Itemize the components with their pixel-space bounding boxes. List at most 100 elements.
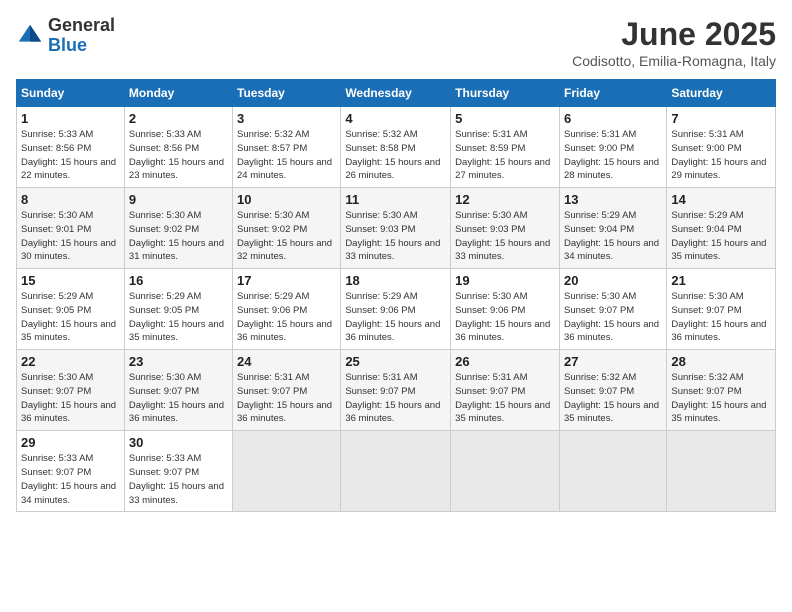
logo-icon [16, 22, 44, 50]
header-sunday: Sunday [17, 80, 125, 107]
table-row: 27 Sunrise: 5:32 AMSunset: 9:07 PMDayligh… [559, 350, 666, 431]
table-row: 5Sunrise: 5:31 AMSunset: 8:59 PMDaylight… [451, 107, 560, 188]
day-info: Sunrise: 5:31 AMSunset: 9:07 PMDaylight:… [455, 371, 555, 426]
day-info: Sunrise: 5:29 AMSunset: 9:06 PMDaylight:… [237, 290, 336, 345]
day-number: 27 [564, 354, 662, 369]
day-info: Sunrise: 5:29 AMSunset: 9:04 PMDaylight:… [671, 209, 771, 264]
day-info: Sunrise: 5:30 AMSunset: 9:03 PMDaylight:… [345, 209, 446, 264]
day-number: 2 [129, 111, 228, 126]
calendar-week-row: 8 Sunrise: 5:30 AMSunset: 9:01 PMDaylight… [17, 188, 776, 269]
header-thursday: Thursday [451, 80, 560, 107]
day-info: Sunrise: 5:30 AMSunset: 9:03 PMDaylight:… [455, 209, 555, 264]
day-number: 14 [671, 192, 771, 207]
day-number: 28 [671, 354, 771, 369]
day-number: 23 [129, 354, 228, 369]
day-info: Sunrise: 5:32 AMSunset: 9:07 PMDaylight:… [564, 371, 662, 426]
day-info: Sunrise: 5:29 AMSunset: 9:06 PMDaylight:… [345, 290, 446, 345]
title-block: June 2025 Codisotto, Emilia-Romagna, Ita… [572, 16, 776, 69]
day-number: 4 [345, 111, 446, 126]
day-number: 9 [129, 192, 228, 207]
day-number: 30 [129, 435, 228, 450]
table-row: 6 Sunrise: 5:31 AMSunset: 9:00 PMDaylight… [559, 107, 666, 188]
table-row: 22Sunrise: 5:30 AMSunset: 9:07 PMDayligh… [17, 350, 125, 431]
day-number: 21 [671, 273, 771, 288]
table-row: 10 Sunrise: 5:30 AMSunset: 9:02 PMDayligh… [233, 188, 341, 269]
day-info: Sunrise: 5:32 AMSunset: 8:58 PMDaylight:… [345, 128, 446, 183]
table-row: 16 Sunrise: 5:29 AMSunset: 9:05 PMDayligh… [124, 269, 232, 350]
day-info: Sunrise: 5:33 AMSunset: 8:56 PMDaylight:… [21, 128, 120, 183]
table-row: 12 Sunrise: 5:30 AMSunset: 9:03 PMDayligh… [451, 188, 560, 269]
day-info: Sunrise: 5:30 AMSunset: 9:07 PMDaylight:… [671, 290, 771, 345]
day-number: 26 [455, 354, 555, 369]
day-info: Sunrise: 5:31 AMSunset: 9:07 PMDaylight:… [345, 371, 446, 426]
table-row: 3Sunrise: 5:32 AMSunset: 8:57 PMDaylight… [233, 107, 341, 188]
calendar-page: General Blue June 2025 Codisotto, Emilia… [0, 0, 792, 612]
day-number: 1 [21, 111, 120, 126]
table-row: 23 Sunrise: 5:30 AMSunset: 9:07 PMDayligh… [124, 350, 232, 431]
logo-general: General [48, 16, 115, 36]
day-number: 29 [21, 435, 120, 450]
day-info: Sunrise: 5:31 AMSunset: 9:00 PMDaylight:… [564, 128, 662, 183]
table-row [559, 431, 666, 512]
header: General Blue June 2025 Codisotto, Emilia… [16, 16, 776, 69]
day-info: Sunrise: 5:29 AMSunset: 9:05 PMDaylight:… [21, 290, 120, 345]
location: Codisotto, Emilia-Romagna, Italy [572, 53, 776, 69]
table-row: 19 Sunrise: 5:30 AMSunset: 9:06 PMDayligh… [451, 269, 560, 350]
header-tuesday: Tuesday [233, 80, 341, 107]
day-info: Sunrise: 5:31 AMSunset: 9:07 PMDaylight:… [237, 371, 336, 426]
calendar-table: Sunday Monday Tuesday Wednesday Thursday… [16, 79, 776, 512]
table-row: 15 Sunrise: 5:29 AMSunset: 9:05 PMDayligh… [17, 269, 125, 350]
header-friday: Friday [559, 80, 666, 107]
table-row: 7Sunrise: 5:31 AMSunset: 9:00 PMDaylight… [667, 107, 776, 188]
day-number: 24 [237, 354, 336, 369]
table-row: 30 Sunrise: 5:33 AMSunset: 9:07 PMDayligh… [124, 431, 232, 512]
day-info: Sunrise: 5:31 AMSunset: 8:59 PMDaylight:… [455, 128, 555, 183]
day-number: 25 [345, 354, 446, 369]
month-title: June 2025 [572, 16, 776, 53]
table-row: 21 Sunrise: 5:30 AMSunset: 9:07 PMDayligh… [667, 269, 776, 350]
day-number: 6 [564, 111, 662, 126]
header-saturday: Saturday [667, 80, 776, 107]
day-number: 10 [237, 192, 336, 207]
table-row: 20Sunrise: 5:30 AMSunset: 9:07 PMDayligh… [559, 269, 666, 350]
table-row: 18 Sunrise: 5:29 AMSunset: 9:06 PMDayligh… [341, 269, 451, 350]
day-info: Sunrise: 5:33 AMSunset: 8:56 PMDaylight:… [129, 128, 228, 183]
table-row: 28 Sunrise: 5:32 AMSunset: 9:07 PMDayligh… [667, 350, 776, 431]
day-info: Sunrise: 5:33 AMSunset: 9:07 PMDaylight:… [129, 452, 228, 507]
table-row: 4 Sunrise: 5:32 AMSunset: 8:58 PMDaylight… [341, 107, 451, 188]
day-info: Sunrise: 5:33 AMSunset: 9:07 PMDaylight:… [21, 452, 120, 507]
day-number: 16 [129, 273, 228, 288]
logo-blue: Blue [48, 36, 115, 56]
day-info: Sunrise: 5:31 AMSunset: 9:00 PMDaylight:… [671, 128, 771, 183]
day-number: 15 [21, 273, 120, 288]
header-monday: Monday [124, 80, 232, 107]
table-row: 2 Sunrise: 5:33 AMSunset: 8:56 PMDaylight… [124, 107, 232, 188]
table-row: 26 Sunrise: 5:31 AMSunset: 9:07 PMDayligh… [451, 350, 560, 431]
day-number: 20 [564, 273, 662, 288]
day-info: Sunrise: 5:30 AMSunset: 9:07 PMDaylight:… [129, 371, 228, 426]
day-info: Sunrise: 5:29 AMSunset: 9:05 PMDaylight:… [129, 290, 228, 345]
logo: General Blue [16, 16, 115, 56]
day-number: 12 [455, 192, 555, 207]
day-number: 17 [237, 273, 336, 288]
day-number: 18 [345, 273, 446, 288]
table-row: 25 Sunrise: 5:31 AMSunset: 9:07 PMDayligh… [341, 350, 451, 431]
table-row [341, 431, 451, 512]
day-number: 8 [21, 192, 120, 207]
table-row [233, 431, 341, 512]
table-row: 9Sunrise: 5:30 AMSunset: 9:02 PMDaylight… [124, 188, 232, 269]
day-number: 13 [564, 192, 662, 207]
day-info: Sunrise: 5:30 AMSunset: 9:01 PMDaylight:… [21, 209, 120, 264]
table-row: 24 Sunrise: 5:31 AMSunset: 9:07 PMDayligh… [233, 350, 341, 431]
header-wednesday: Wednesday [341, 80, 451, 107]
day-info: Sunrise: 5:30 AMSunset: 9:02 PMDaylight:… [237, 209, 336, 264]
day-info: Sunrise: 5:30 AMSunset: 9:06 PMDaylight:… [455, 290, 555, 345]
day-info: Sunrise: 5:32 AMSunset: 9:07 PMDaylight:… [671, 371, 771, 426]
calendar-week-row: 22Sunrise: 5:30 AMSunset: 9:07 PMDayligh… [17, 350, 776, 431]
day-number: 19 [455, 273, 555, 288]
table-row [667, 431, 776, 512]
day-info: Sunrise: 5:32 AMSunset: 8:57 PMDaylight:… [237, 128, 336, 183]
table-row: 11Sunrise: 5:30 AMSunset: 9:03 PMDayligh… [341, 188, 451, 269]
table-row [451, 431, 560, 512]
table-row: 17 Sunrise: 5:29 AMSunset: 9:06 PMDayligh… [233, 269, 341, 350]
